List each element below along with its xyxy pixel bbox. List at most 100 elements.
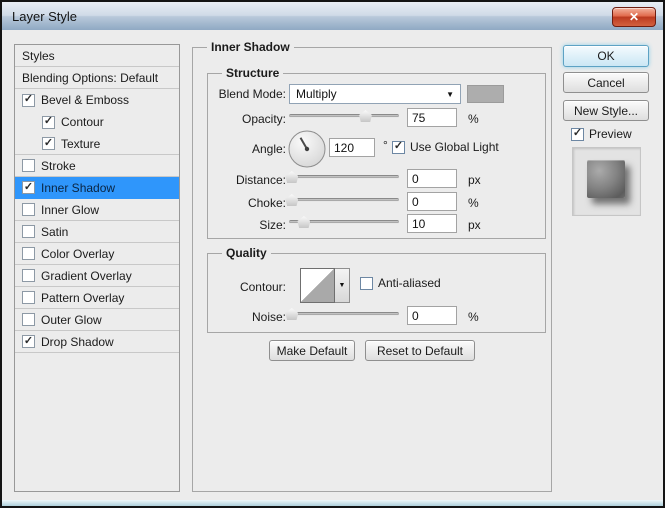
sidebar-item-pattern-overlay[interactable]: Pattern Overlay [15,287,179,309]
anti-aliased-checkbox[interactable] [360,277,373,290]
sidebar-item-drop-shadow[interactable]: Drop Shadow [15,331,179,353]
shadow-color-swatch[interactable] [467,85,504,103]
choke-unit: % [468,196,479,210]
sidebar-item-inner-glow[interactable]: Inner Glow [15,199,179,221]
opacity-slider-thumb[interactable] [359,110,372,122]
noise-slider[interactable] [289,307,399,321]
size-input[interactable] [407,214,457,233]
sidebar-item-satin[interactable]: Satin [15,221,179,243]
style-enabled-checkbox[interactable] [22,313,35,326]
distance-slider-track[interactable] [289,175,399,179]
sidebar-item-label: Styles [22,49,55,63]
style-preview-thumbnail [572,147,641,216]
anti-aliased-label: Anti-aliased [378,276,441,290]
sidebar-item-label: Bevel & Emboss [41,93,129,107]
style-enabled-checkbox[interactable] [22,247,35,260]
choke-input[interactable] [407,192,457,211]
contour-thumbnail[interactable] [300,268,335,303]
sidebar-item-stroke[interactable]: Stroke [15,155,179,177]
sidebar-item-texture[interactable]: Texture [15,133,179,155]
panel-title: Inner Shadow [207,40,294,54]
distance-label: Distance: [208,173,286,187]
blend-mode-value: Multiply [296,87,337,101]
style-enabled-checkbox[interactable] [22,159,35,172]
angle-dial[interactable] [288,130,326,168]
distance-input[interactable] [407,169,457,188]
sidebar-item-outer-glow[interactable]: Outer Glow [15,309,179,331]
inner-shadow-panel: Inner Shadow Structure Blend Mode: Multi… [192,47,552,492]
chevron-down-icon: ▼ [446,90,454,99]
reset-to-default-button[interactable]: Reset to Default [365,340,475,361]
ok-button[interactable]: OK [563,45,649,67]
style-enabled-checkbox[interactable] [22,291,35,304]
choke-slider-thumb[interactable] [285,194,298,206]
use-global-light-row[interactable]: Use Global Light [392,140,499,154]
contour-label: Contour: [208,280,286,294]
layer-style-dialog: Layer Style ✕ Styles Blending Options: D… [0,0,665,508]
angle-unit: ° [383,138,388,152]
preview-row[interactable]: Preview [571,127,632,141]
noise-slider-track[interactable] [289,312,399,316]
use-global-light-checkbox[interactable] [392,141,405,154]
angle-label: Angle: [208,142,286,156]
close-button[interactable]: ✕ [612,7,656,27]
style-enabled-checkbox[interactable] [22,181,35,194]
sidebar-item-blending-options-default[interactable]: Blending Options: Default [15,67,179,89]
quality-group: Quality Contour: ▼ Anti-aliased Noise: % [207,253,546,333]
sidebar-item-label: Pattern Overlay [41,291,124,305]
style-enabled-checkbox[interactable] [22,269,35,282]
choke-label: Choke: [208,196,286,210]
blend-mode-select[interactable]: Multiply ▼ [289,84,461,104]
style-enabled-checkbox[interactable] [22,94,35,107]
sidebar-item-contour[interactable]: Contour [15,111,179,133]
chevron-down-icon: ▼ [339,282,346,289]
distance-slider[interactable] [289,170,399,184]
size-slider-thumb[interactable] [297,216,310,228]
preview-label: Preview [589,127,632,141]
preview-checkbox[interactable] [571,128,584,141]
style-enabled-checkbox[interactable] [22,225,35,238]
close-icon: ✕ [629,10,639,24]
style-enabled-checkbox[interactable] [42,116,55,129]
window-bottom-edge [2,500,663,506]
style-enabled-checkbox[interactable] [42,137,55,150]
sidebar-item-gradient-overlay[interactable]: Gradient Overlay [15,265,179,287]
size-unit: px [468,218,481,232]
size-slider[interactable] [289,215,399,229]
sidebar-item-label: Inner Glow [41,203,99,217]
angle-input[interactable] [329,138,375,157]
new-style-button[interactable]: New Style... [563,100,649,121]
styles-list: Styles Blending Options: Default Bevel &… [14,44,180,492]
contour-dropdown-button[interactable]: ▼ [335,268,350,303]
sidebar-item-styles[interactable]: Styles [15,45,179,67]
style-enabled-checkbox[interactable] [22,335,35,348]
sidebar-item-label: Satin [41,225,68,239]
make-default-button[interactable]: Make Default [269,340,355,361]
blend-mode-label: Blend Mode: [208,87,286,101]
sidebar-item-color-overlay[interactable]: Color Overlay [15,243,179,265]
sidebar-item-label: Texture [61,137,100,151]
sidebar-item-bevel-emboss[interactable]: Bevel & Emboss [15,89,179,111]
size-label: Size: [208,218,286,232]
opacity-label: Opacity: [208,112,286,126]
noise-unit: % [468,310,479,324]
use-global-light-label: Use Global Light [410,140,499,154]
style-enabled-checkbox[interactable] [22,203,35,216]
cancel-button[interactable]: Cancel [563,72,649,93]
choke-slider-track[interactable] [289,198,399,202]
noise-slider-thumb[interactable] [285,308,298,320]
noise-label: Noise: [208,310,286,324]
opacity-input[interactable] [407,108,457,127]
sidebar-item-label: Gradient Overlay [41,269,132,283]
choke-slider[interactable] [289,193,399,207]
titlebar[interactable]: Layer Style ✕ [2,2,663,30]
opacity-slider-track[interactable] [289,114,399,118]
sidebar-item-inner-shadow[interactable]: Inner Shadow [15,177,179,199]
dialog-content: Styles Blending Options: Default Bevel &… [2,30,663,500]
distance-slider-thumb[interactable] [285,171,298,183]
noise-input[interactable] [407,306,457,325]
structure-group: Structure Blend Mode: Multiply ▼ Opacity… [207,73,546,239]
anti-aliased-row[interactable]: Anti-aliased [360,276,441,290]
opacity-slider[interactable] [289,109,399,123]
window-title: Layer Style [12,9,77,24]
